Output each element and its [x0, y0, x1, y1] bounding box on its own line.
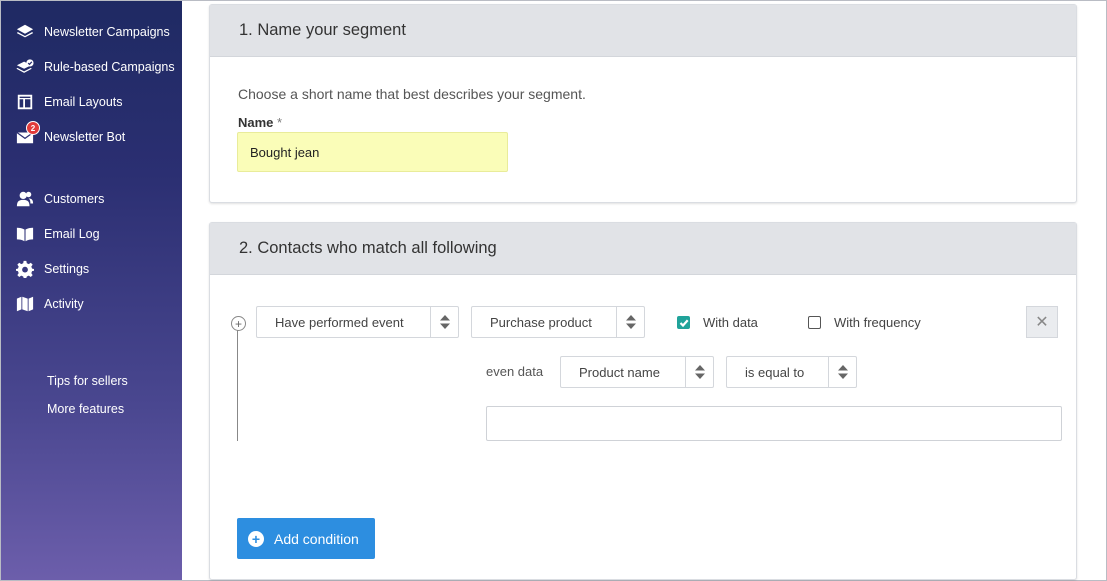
map-icon [15, 294, 35, 314]
checkbox-label: With frequency [834, 315, 921, 330]
segment-name-card: 1. Name your segment Choose a short name… [209, 4, 1077, 203]
sidebar-item-label: Rule-based Campaigns [44, 60, 175, 74]
sidebar-item-rule-based-campaigns[interactable]: Rule-based Campaigns [15, 55, 175, 79]
sidebar-item-label: Email Log [44, 227, 100, 241]
sidebar-item-newsletter-campaigns[interactable]: Newsletter Campaigns [15, 20, 170, 44]
operator-select[interactable]: is equal to [726, 356, 857, 388]
plus-circle-icon: + [248, 530, 264, 547]
sidebar-item-label: Newsletter Campaigns [44, 25, 170, 39]
select-value: Purchase product [490, 314, 592, 330]
required-marker: * [277, 115, 283, 130]
sort-arrows-icon [430, 307, 458, 337]
even-data-label: even data [486, 364, 544, 379]
rule-layers-icon [15, 57, 35, 77]
tips-for-sellers-link[interactable]: Tips for sellers [47, 374, 128, 388]
sort-arrows-icon [616, 307, 644, 337]
sort-arrows-icon [685, 357, 713, 387]
name-label-text: Name [238, 115, 274, 130]
add-condition-button[interactable]: + Add condition [237, 518, 375, 559]
add-subcondition-icon[interactable]: + [231, 316, 246, 331]
select-value: is equal to [745, 364, 805, 380]
sidebar-item-customers[interactable]: Customers [15, 187, 104, 211]
sidebar-item-label: Customers [44, 192, 105, 206]
sidebar-item-label: Activity [44, 297, 84, 311]
segment-name-input[interactable]: Bought jean [237, 132, 508, 172]
section-title: 2. Contacts who match all following [210, 223, 1076, 275]
sidebar-item-email-layouts[interactable]: Email Layouts [15, 90, 123, 114]
gear-icon [15, 259, 35, 279]
condition-value-input[interactable] [486, 406, 1062, 441]
more-features-link[interactable]: More features [47, 402, 124, 416]
sidebar-item-email-log[interactable]: Email Log [15, 222, 100, 246]
condition-tree-line [237, 329, 238, 441]
event-type-select[interactable]: Have performed event [256, 306, 459, 338]
conditions-card: 2. Contacts who match all following + Ha… [209, 222, 1077, 580]
sidebar-item-newsletter-bot[interactable]: 2 Newsletter Bot [15, 121, 126, 149]
checkbox-label: With data [703, 315, 758, 330]
book-icon [15, 224, 35, 244]
remove-condition-button[interactable]: ✕ [1026, 306, 1058, 338]
with-frequency-checkbox[interactable]: With frequency [808, 315, 921, 330]
close-icon: ✕ [1035, 314, 1049, 331]
select-value: Product name [579, 364, 660, 380]
section-title: 1. Name your segment [210, 5, 1076, 57]
select-value: Have performed event [275, 314, 404, 330]
envelope-icon: 2 [15, 121, 40, 147]
sidebar-item-settings[interactable]: Settings [15, 257, 89, 281]
event-action-select[interactable]: Purchase product [471, 306, 645, 338]
sidebar: Newsletter Campaigns Rule-based Campaign… [1, 1, 182, 580]
section-description: Choose a short name that best describes … [238, 86, 586, 102]
button-label: Add condition [274, 530, 359, 547]
sort-arrows-icon [828, 357, 856, 387]
sidebar-item-label: Settings [44, 262, 90, 276]
checkbox-unchecked-icon [808, 316, 821, 329]
sidebar-item-label: Newsletter Bot [44, 130, 126, 144]
sidebar-item-label: Email Layouts [44, 95, 123, 109]
name-field-label: Name * [238, 115, 282, 130]
sidebar-item-activity[interactable]: Activity [15, 292, 84, 316]
layers-icon [15, 22, 35, 42]
checkbox-checked-icon [677, 316, 690, 329]
data-field-select[interactable]: Product name [560, 356, 714, 388]
layout-icon [15, 92, 35, 112]
notification-badge: 2 [26, 121, 40, 135]
users-icon [15, 189, 35, 209]
with-data-checkbox[interactable]: With data [677, 315, 758, 330]
